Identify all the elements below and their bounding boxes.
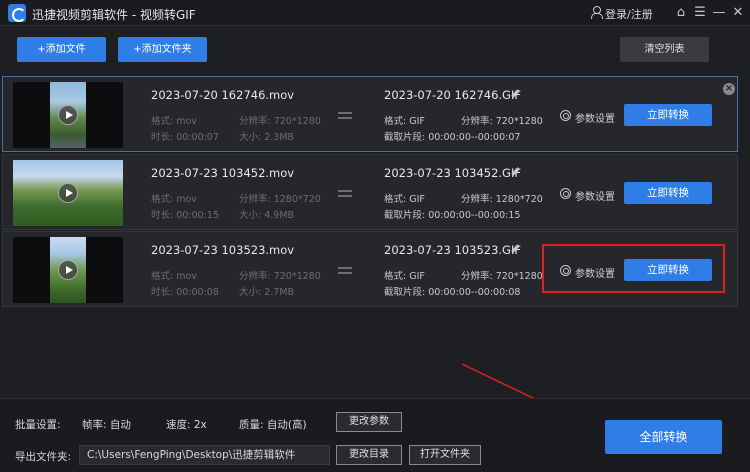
- open-folder-button[interactable]: 打开文件夹: [409, 445, 481, 465]
- convert-all-button[interactable]: 全部转换: [605, 420, 722, 454]
- speed-value: 速度: 2x: [166, 419, 207, 431]
- change-directory-button[interactable]: 更改目录: [336, 445, 402, 465]
- quality-value: 质量: 自动(高): [239, 419, 307, 431]
- bottom-panel: 批量设置: 帧率: 自动 速度: 2x 质量: 自动(高) 更改参数 导出文件夹…: [0, 398, 750, 472]
- export-folder-label: 导出文件夹:: [15, 451, 72, 463]
- change-params-button[interactable]: 更改参数: [336, 412, 402, 432]
- export-path-field[interactable]: C:\Users\FengPing\Desktop\迅捷剪辑软件: [79, 445, 330, 465]
- framerate-value: 帧率: 自动: [82, 419, 131, 431]
- batch-settings-label: 批量设置:: [15, 419, 61, 431]
